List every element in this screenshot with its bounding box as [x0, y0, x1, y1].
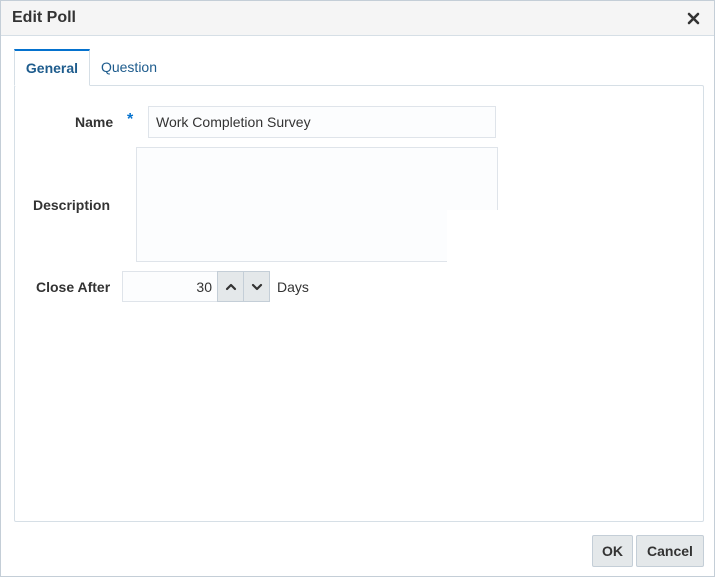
- dialog-header: Edit Poll: [1, 1, 714, 36]
- close-icon: [687, 12, 700, 25]
- close-after-label: Close After: [36, 279, 111, 295]
- days-unit-label: Days: [277, 279, 309, 295]
- ok-button[interactable]: OK: [592, 535, 633, 567]
- name-field[interactable]: [148, 106, 496, 138]
- description-label: Description: [33, 197, 111, 213]
- name-label: Name: [75, 114, 114, 130]
- tab-general[interactable]: General: [14, 49, 90, 86]
- chevron-down-icon: [251, 283, 262, 290]
- chevron-up-icon: [225, 283, 236, 290]
- decrement-button[interactable]: [243, 271, 270, 302]
- close-button[interactable]: [684, 9, 704, 29]
- edit-poll-dialog: Edit Poll General Question Name * Descri…: [0, 0, 715, 577]
- required-indicator: *: [127, 111, 134, 128]
- dialog-title: Edit Poll: [12, 9, 76, 26]
- description-field-overlay: [447, 210, 499, 264]
- description-field[interactable]: [136, 147, 498, 262]
- close-after-input[interactable]: [122, 271, 218, 302]
- cancel-button[interactable]: Cancel: [636, 535, 704, 567]
- increment-button[interactable]: [217, 271, 244, 302]
- tab-question[interactable]: Question: [90, 49, 168, 86]
